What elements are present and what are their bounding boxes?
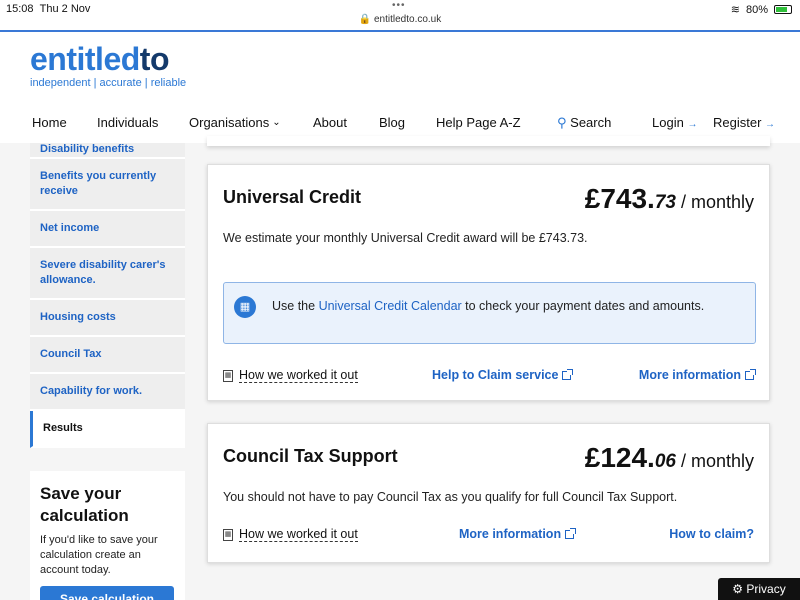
- calculator-icon: ▦: [223, 369, 233, 382]
- result-card-universal-credit: Universal Credit £743.73 / monthly We es…: [207, 164, 770, 401]
- how-we-worked-it-out[interactable]: ▦ How we worked it out: [223, 527, 358, 542]
- card-title: Universal Credit: [223, 187, 362, 207]
- card-links: ▦ How we worked it out Help to Claim serv…: [223, 368, 756, 388]
- save-calculation-panel: Save your calculation If you'd like to s…: [30, 471, 185, 600]
- how-to-claim-link[interactable]: How to claim?: [669, 527, 754, 541]
- nav-individuals[interactable]: Individuals: [97, 115, 158, 130]
- sidebar-item-council-tax[interactable]: Council Tax: [30, 337, 185, 374]
- save-text: If you'd like to save your calculation c…: [40, 534, 158, 576]
- calendar-icon: ▦: [234, 296, 256, 318]
- universal-credit-calendar-link[interactable]: Universal Credit Calendar: [319, 299, 462, 313]
- battery-level: [776, 7, 788, 12]
- sidebar-item-disability-benefits[interactable]: Disability benefits: [30, 143, 185, 159]
- help-to-claim-link[interactable]: Help to Claim service: [432, 368, 574, 382]
- card-links: ▦ How we worked it out More information H…: [223, 527, 754, 547]
- save-calculation-button[interactable]: Save calculation: [40, 586, 174, 600]
- nav-home[interactable]: Home: [32, 115, 67, 130]
- battery-percent: 80%: [745, 3, 768, 16]
- how-we-worked-it-out[interactable]: ▦ How we worked it out: [223, 368, 358, 383]
- previous-card-edge: [207, 136, 770, 146]
- arrow-right-icon: →: [765, 119, 776, 130]
- calendar-info-box: ▦ Use the Universal Credit Calendar to c…: [223, 282, 756, 344]
- sidebar-item-benefits-receive[interactable]: Benefits you currently receive: [30, 159, 185, 211]
- logo-tagline: independent | accurate | reliable: [30, 77, 187, 89]
- award-amount: £743.73 / monthly: [584, 183, 754, 214]
- card-description: You should not have to pay Council Tax a…: [223, 490, 678, 504]
- arrow-right-icon: →: [687, 119, 698, 130]
- nav-blog[interactable]: Blog: [379, 115, 405, 130]
- more-information-link[interactable]: More information: [639, 368, 756, 382]
- search-icon: ⚲: [557, 115, 567, 130]
- site-logo[interactable]: entitledto independent | accurate | reli…: [30, 42, 186, 89]
- nav-about[interactable]: About: [313, 115, 347, 130]
- status-bar: 15:08 Thu 2 Nov ••• 🔒 entitledto.co.uk ≋…: [0, 0, 800, 30]
- wifi-icon: ≋: [730, 4, 740, 16]
- privacy-button[interactable]: ⚙ Privacy: [718, 578, 800, 600]
- nav-register[interactable]: Register →: [713, 115, 775, 130]
- save-title: Save your calculation: [40, 484, 129, 525]
- result-card-council-tax-support: Council Tax Support £124.06 / monthly Yo…: [207, 423, 770, 563]
- more-dots-icon[interactable]: •••: [392, 0, 406, 11]
- sidebar-item-housing-costs[interactable]: Housing costs: [30, 300, 185, 337]
- external-link-icon: [562, 368, 574, 380]
- sidebar-item-net-income[interactable]: Net income: [30, 211, 185, 248]
- info-text: Use the Universal Credit Calendar to che…: [272, 299, 705, 313]
- address-bar[interactable]: 🔒 entitledto.co.uk: [0, 14, 800, 25]
- calculator-icon: ▦: [223, 528, 233, 541]
- sidebar-item-capability[interactable]: Capability for work.: [30, 374, 185, 411]
- sidebar-item-results[interactable]: Results: [30, 411, 185, 448]
- status-indicators: ≋ 80%: [731, 3, 792, 16]
- progress-sidebar: Disability benefits Benefits you current…: [30, 143, 185, 448]
- card-title: Council Tax Support: [223, 446, 398, 466]
- external-link-icon: [745, 368, 756, 380]
- award-amount: £124.06 / monthly: [584, 442, 754, 473]
- more-information-link[interactable]: More information: [459, 527, 577, 541]
- battery-icon: [774, 5, 792, 14]
- nav-search[interactable]: ⚲ Search: [557, 115, 611, 131]
- sidebar-item-carers-allowance[interactable]: Severe disability carer's allowance.: [30, 248, 185, 300]
- nav-organisations[interactable]: Organisations ⌄: [189, 115, 281, 130]
- chevron-down-icon: ⌄: [272, 117, 281, 128]
- main-nav: Home Individuals Organisations ⌄ About Bl…: [0, 112, 800, 134]
- card-description: We estimate your monthly Universal Credi…: [223, 231, 588, 245]
- external-link-icon: [565, 527, 577, 539]
- site-header: entitledto independent | accurate | reli…: [0, 30, 800, 143]
- nav-help[interactable]: Help Page A-Z: [436, 115, 521, 130]
- nav-login[interactable]: Login →: [652, 115, 697, 130]
- logo-text: entitledto: [30, 41, 169, 77]
